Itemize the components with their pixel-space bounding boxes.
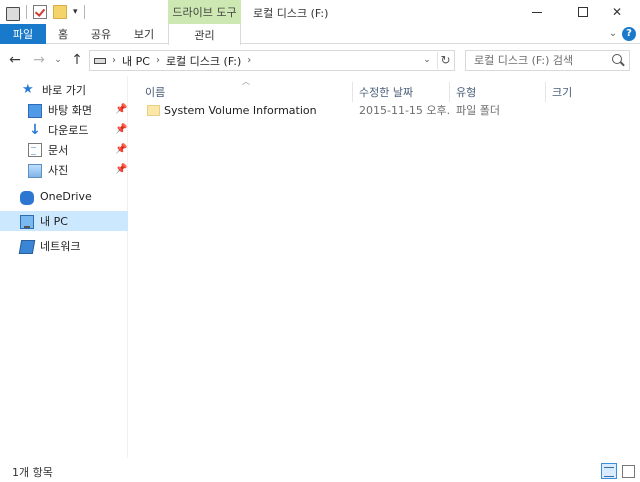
column-header-size[interactable]: 크기 bbox=[546, 82, 636, 102]
close-button[interactable]: ✕ bbox=[594, 0, 640, 24]
column-header-date-modified[interactable]: 수정한 날짜 bbox=[353, 82, 450, 102]
network-icon bbox=[18, 240, 36, 254]
star-icon: ★ bbox=[22, 82, 34, 97]
download-icon: ↓ bbox=[29, 122, 41, 138]
details-view-icon[interactable] bbox=[601, 463, 617, 479]
sidebar-item-onedrive[interactable]: OneDrive bbox=[0, 186, 128, 206]
sidebar-item-pictures[interactable]: 사진 📌 bbox=[0, 160, 128, 180]
sidebar-item-label: 사진 bbox=[48, 164, 69, 177]
document-icon bbox=[28, 143, 42, 157]
sidebar-item-label: 네트워크 bbox=[40, 240, 81, 253]
back-button[interactable]: ← bbox=[6, 51, 24, 69]
arrow-right-icon: → bbox=[33, 52, 45, 68]
help-icon[interactable]: ? bbox=[622, 27, 636, 41]
pin-icon: 📌 bbox=[115, 144, 128, 155]
drive-icon bbox=[94, 57, 106, 64]
drive-tools-context-label: 드라이브 도구 bbox=[168, 0, 241, 24]
arrow-up-icon: ↑ bbox=[71, 52, 83, 68]
window-title: 로컬 디스크 (F:) bbox=[253, 7, 329, 20]
chevron-right-icon[interactable]: › bbox=[247, 55, 251, 66]
tab-file[interactable]: 파일 bbox=[0, 24, 46, 44]
chevron-right-icon[interactable]: › bbox=[112, 55, 116, 66]
chevron-right-icon[interactable]: › bbox=[156, 55, 160, 66]
toolbar-divider bbox=[83, 5, 85, 19]
chevron-down-icon: ⌄ bbox=[54, 55, 62, 65]
search-input[interactable] bbox=[466, 51, 606, 70]
sidebar-item-label: 문서 bbox=[48, 144, 69, 157]
recent-locations-dropdown[interactable]: ⌄ bbox=[52, 51, 64, 69]
breadcrumb: › 내 PC › 로컬 디스크 (F:) › bbox=[112, 53, 251, 69]
onedrive-icon bbox=[20, 191, 34, 205]
close-icon: ✕ bbox=[611, 5, 623, 19]
navigation-bar: ← → ⌄ ↑ › 내 PC › 로컬 디스크 (F:) › ⌄ ↻ bbox=[0, 45, 640, 75]
forward-button[interactable]: → bbox=[30, 51, 48, 69]
breadcrumb-local-disk[interactable]: 로컬 디스크 (F:) bbox=[166, 53, 241, 69]
file-type: 파일 폴더 bbox=[456, 104, 500, 117]
file-name-cell: System Volume Information bbox=[139, 104, 353, 117]
sidebar-item-network[interactable]: 네트워크 bbox=[0, 236, 128, 256]
maximize-icon bbox=[578, 7, 588, 17]
drive-icon[interactable] bbox=[6, 7, 20, 21]
tab-view[interactable]: 보기 bbox=[122, 24, 166, 44]
table-row[interactable]: System Volume Information 2015-11-15 오후.… bbox=[139, 100, 636, 120]
sidebar-item-label: 내 PC bbox=[40, 215, 68, 228]
minimize-icon bbox=[532, 11, 542, 13]
sidebar-item-label: 다운로드 bbox=[48, 124, 89, 137]
tab-manage[interactable]: 관리 bbox=[168, 24, 241, 45]
this-pc-icon bbox=[20, 214, 34, 229]
file-date: 2015-11-15 오후... bbox=[359, 104, 450, 117]
arrow-left-icon: ← bbox=[9, 52, 21, 68]
sidebar-item-label: 바로 가기 bbox=[42, 84, 86, 97]
up-button[interactable]: ↑ bbox=[68, 51, 86, 69]
item-count: 1개 항목 bbox=[12, 466, 53, 479]
title-bar: ▾ 드라이브 도구 로컬 디스크 (F:) ✕ bbox=[0, 0, 640, 24]
properties-icon[interactable] bbox=[33, 5, 47, 19]
toolbar-divider bbox=[26, 5, 27, 19]
pin-icon: 📌 bbox=[115, 124, 128, 135]
status-bar: 1개 항목 bbox=[0, 458, 640, 482]
chevron-down-icon[interactable]: ⌄ bbox=[606, 27, 620, 41]
desktop-icon bbox=[28, 104, 42, 118]
search-box[interactable] bbox=[465, 50, 630, 71]
large-icons-view-icon[interactable] bbox=[620, 463, 636, 479]
address-history-dropdown[interactable]: ⌄ bbox=[420, 53, 434, 68]
sidebar-item-desktop[interactable]: 바탕 화면 📌 bbox=[0, 100, 128, 120]
pin-icon: 📌 bbox=[115, 104, 128, 115]
sidebar-item-this-pc[interactable]: 내 PC bbox=[0, 211, 128, 231]
search-icon[interactable] bbox=[612, 54, 622, 64]
minimize-button[interactable] bbox=[514, 0, 560, 24]
sidebar-item-quick-access[interactable]: ★ 바로 가기 bbox=[0, 80, 128, 100]
pictures-icon bbox=[28, 164, 42, 178]
navigation-pane: ★ 바로 가기 바탕 화면 📌 ↓ 다운로드 📌 문서 📌 사진 📌 OneDr… bbox=[0, 76, 128, 458]
folder-icon bbox=[147, 104, 160, 116]
quick-access-toolbar: ▾ bbox=[6, 4, 85, 21]
breadcrumb-this-pc[interactable]: 내 PC bbox=[122, 53, 150, 69]
sidebar-item-downloads[interactable]: ↓ 다운로드 📌 bbox=[0, 120, 128, 140]
file-list: ︿ 이름 수정한 날짜 유형 크기 System Volume Informat… bbox=[129, 76, 640, 458]
customize-toolbar-dropdown[interactable]: ▾ bbox=[73, 7, 78, 17]
sidebar-item-label: 바탕 화면 bbox=[48, 104, 92, 117]
address-bar[interactable]: › 내 PC › 로컬 디스크 (F:) › ⌄ ↻ bbox=[89, 50, 455, 71]
column-header-name[interactable]: 이름 bbox=[139, 82, 353, 102]
tab-share[interactable]: 공유 bbox=[80, 24, 122, 44]
sidebar-item-documents[interactable]: 문서 📌 bbox=[0, 140, 128, 160]
file-name: System Volume Information bbox=[164, 103, 317, 117]
new-folder-icon[interactable] bbox=[53, 5, 67, 19]
refresh-icon[interactable]: ↻ bbox=[437, 52, 453, 69]
pin-icon: 📌 bbox=[115, 164, 128, 175]
tab-home[interactable]: 홈 bbox=[46, 24, 80, 44]
sidebar-item-label: OneDrive bbox=[40, 189, 92, 203]
column-header-type[interactable]: 유형 bbox=[450, 82, 546, 102]
ribbon-tabs: 파일 홈 공유 보기 관리 ⌄ ? bbox=[0, 24, 640, 45]
